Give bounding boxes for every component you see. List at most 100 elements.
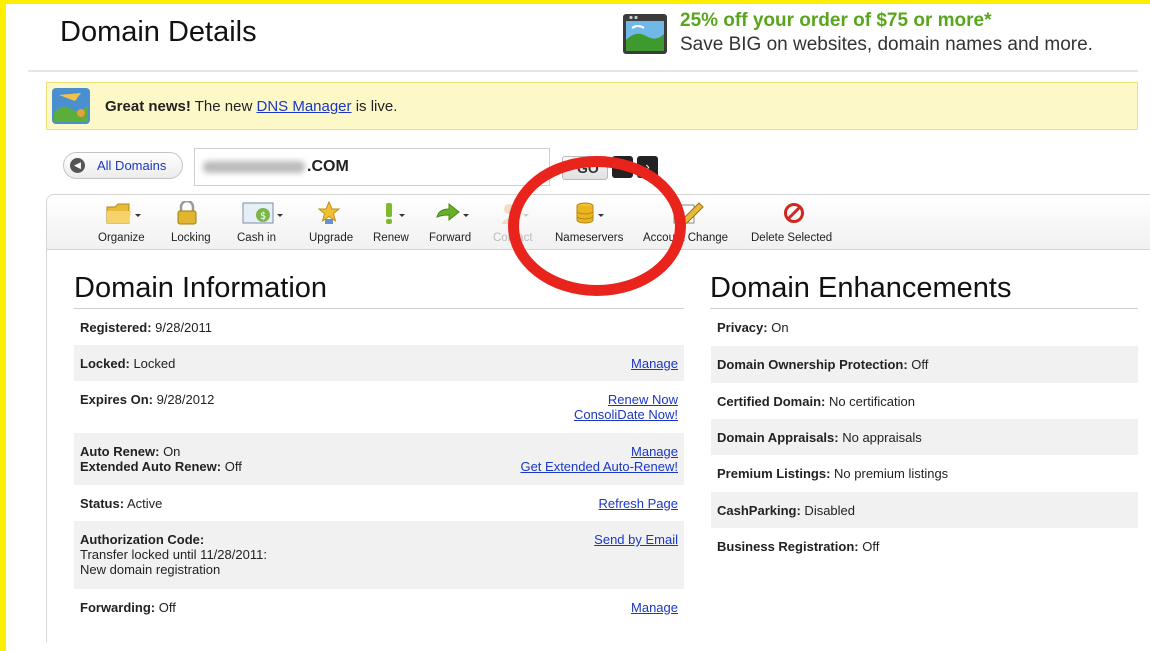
row-label: Domain Ownership Protection: — [717, 357, 908, 372]
globe-window-icon[interactable] — [622, 12, 668, 56]
row-value: No certification — [825, 394, 915, 409]
enh-row-certified-domain: Certified Domain: No certification — [711, 383, 1138, 419]
dns-manager-link[interactable]: DNS Manager — [256, 98, 351, 115]
row-value: Off — [155, 600, 176, 615]
next-domain-button[interactable]: › — [637, 156, 658, 178]
consolidate-now-link[interactable]: ConsoliDate Now! — [574, 407, 678, 422]
locked-manage-link[interactable]: Manage — [631, 356, 678, 371]
toolbar-label: Forward — [429, 232, 472, 244]
prohibit-icon — [783, 201, 823, 225]
toolbar-renew[interactable]: Renew — [373, 195, 417, 249]
row-value: On — [159, 444, 181, 459]
row-value: Disabled — [800, 503, 856, 518]
info-row-expires: Expires On: 9/28/2012 Renew Now ConsoliDa… — [74, 381, 684, 433]
toolbar-locking[interactable]: Locking — [171, 195, 221, 249]
toolbar-label: Nameservers — [555, 232, 624, 244]
row-value: 9/28/2012 — [152, 392, 215, 407]
star-icon — [317, 200, 357, 225]
enh-row-business-registration: Business Registration: Off — [711, 528, 1138, 565]
row-label: Expires On: — [80, 392, 153, 407]
row-label: Auto Renew: — [80, 444, 160, 459]
row-value: Active — [124, 496, 163, 511]
database-icon — [575, 201, 615, 225]
arrow-right-icon — [435, 201, 475, 225]
row-value: No appraisals — [838, 430, 922, 445]
notice-post: is live. — [351, 98, 398, 115]
promo-subline: Save BIG on websites, domain names and m… — [680, 34, 1093, 55]
domain-toolbar: Organize Locking $ Cash in Upgrade Renew… — [46, 194, 1150, 250]
content-border — [46, 250, 47, 642]
row-value: On — [767, 320, 789, 335]
enh-row-ownership-protection: Domain Ownership Protection: Off — [711, 346, 1138, 383]
toolbar-organize[interactable]: Organize — [95, 195, 155, 249]
pencil-icon — [673, 201, 713, 225]
notice-pre: The new — [190, 98, 257, 115]
notice-banner: Great news! The new DNS Manager is live. — [46, 82, 1138, 130]
row-value: Transfer locked until 11/28/2011: — [80, 547, 267, 562]
row-label: Domain Appraisals: — [717, 430, 839, 445]
lock-icon — [175, 199, 215, 225]
toolbar-label: Organize — [98, 232, 145, 244]
row-label: Certified Domain: — [717, 394, 826, 409]
forwarding-manage-link[interactable]: Manage — [631, 600, 678, 615]
all-domains-button[interactable]: ◀ All Domains — [63, 152, 183, 179]
toolbar-contact[interactable]: Contact — [493, 195, 537, 249]
toolbar-delete-selected[interactable]: Delete Selected — [751, 195, 841, 249]
back-circle-icon: ◀ — [70, 158, 85, 173]
toolbar-cash-in[interactable]: $ Cash in — [237, 195, 297, 249]
row-label: Premium Listings: — [717, 466, 831, 481]
previous-domain-button[interactable]: ‹ — [612, 156, 633, 178]
row-value: 9/28/2011 — [151, 320, 213, 335]
row-value: Off — [221, 459, 242, 474]
auto-renew-manage-link[interactable]: Manage — [631, 444, 678, 459]
row-label: Business Registration: — [717, 539, 859, 554]
refresh-page-link[interactable]: Refresh Page — [599, 496, 679, 511]
domain-name-blurred — [203, 161, 305, 173]
enh-row-premium-listings: Premium Listings: No premium listings — [711, 455, 1138, 492]
svg-text:$: $ — [260, 211, 266, 222]
row-label: Authorization Code: — [80, 532, 205, 547]
row-label: Forwarding: — [80, 600, 156, 615]
toolbar-label: Locking — [171, 232, 211, 244]
enh-row-appraisals: Domain Appraisals: No appraisals — [711, 419, 1138, 455]
toolbar-label: Renew — [373, 232, 409, 244]
cash-in-icon: $ — [241, 201, 283, 225]
promo-headline[interactable]: 25% off your order of $75 or more* — [680, 10, 991, 32]
contact-icon — [499, 201, 539, 225]
domain-name-field[interactable]: .COM — [194, 148, 550, 186]
go-label: GO — [577, 160, 599, 176]
info-row-registered: Registered: 9/28/2011 — [74, 309, 684, 345]
toolbar-label: Account Change — [643, 232, 729, 244]
info-row-authorization-code: Authorization Code: Transfer locked until… — [74, 521, 684, 589]
toolbar-forward[interactable]: Forward — [429, 195, 481, 249]
toolbar-upgrade[interactable]: Upgrade — [309, 195, 359, 249]
enh-row-cashparking: CashParking: Disabled — [711, 492, 1138, 528]
row-value: No premium listings — [830, 466, 949, 481]
row-label: Locked: — [80, 356, 130, 371]
row-value: New domain registration — [80, 562, 221, 577]
dns-map-icon — [51, 87, 91, 125]
row-label: Registered: — [80, 320, 152, 335]
info-row-status: Status: Active Refresh Page — [74, 485, 684, 521]
get-extended-auto-renew-link[interactable]: Get Extended Auto-Renew! — [520, 459, 678, 474]
toolbar-account-change[interactable]: Account Change — [643, 195, 735, 249]
row-label: Privacy: — [717, 320, 768, 335]
header-divider — [28, 70, 1138, 72]
info-row-auto-renew: Auto Renew: On Extended Auto Renew: Off M… — [74, 433, 684, 485]
toolbar-label: Contact — [493, 232, 533, 244]
send-by-email-link[interactable]: Send by Email — [594, 532, 678, 547]
row-label: Extended Auto Renew: — [80, 459, 222, 474]
row-value: Locked — [129, 356, 176, 371]
notice-strong: Great news! — [105, 98, 191, 115]
all-domains-label: All Domains — [97, 158, 167, 173]
toolbar-label: Delete Selected — [751, 232, 833, 244]
toolbar-label: Cash in — [237, 232, 276, 244]
domain-enhancements-title: Domain Enhancements — [710, 272, 1012, 304]
page-title: Domain Details — [60, 16, 257, 48]
domain-suffix: .COM — [307, 158, 349, 175]
toolbar-label: Upgrade — [309, 232, 354, 244]
yellow-frame-top — [0, 0, 1150, 4]
go-button[interactable]: GO — [562, 156, 608, 180]
renew-now-link[interactable]: Renew Now — [608, 392, 678, 407]
toolbar-nameservers[interactable]: Nameservers — [555, 195, 629, 249]
